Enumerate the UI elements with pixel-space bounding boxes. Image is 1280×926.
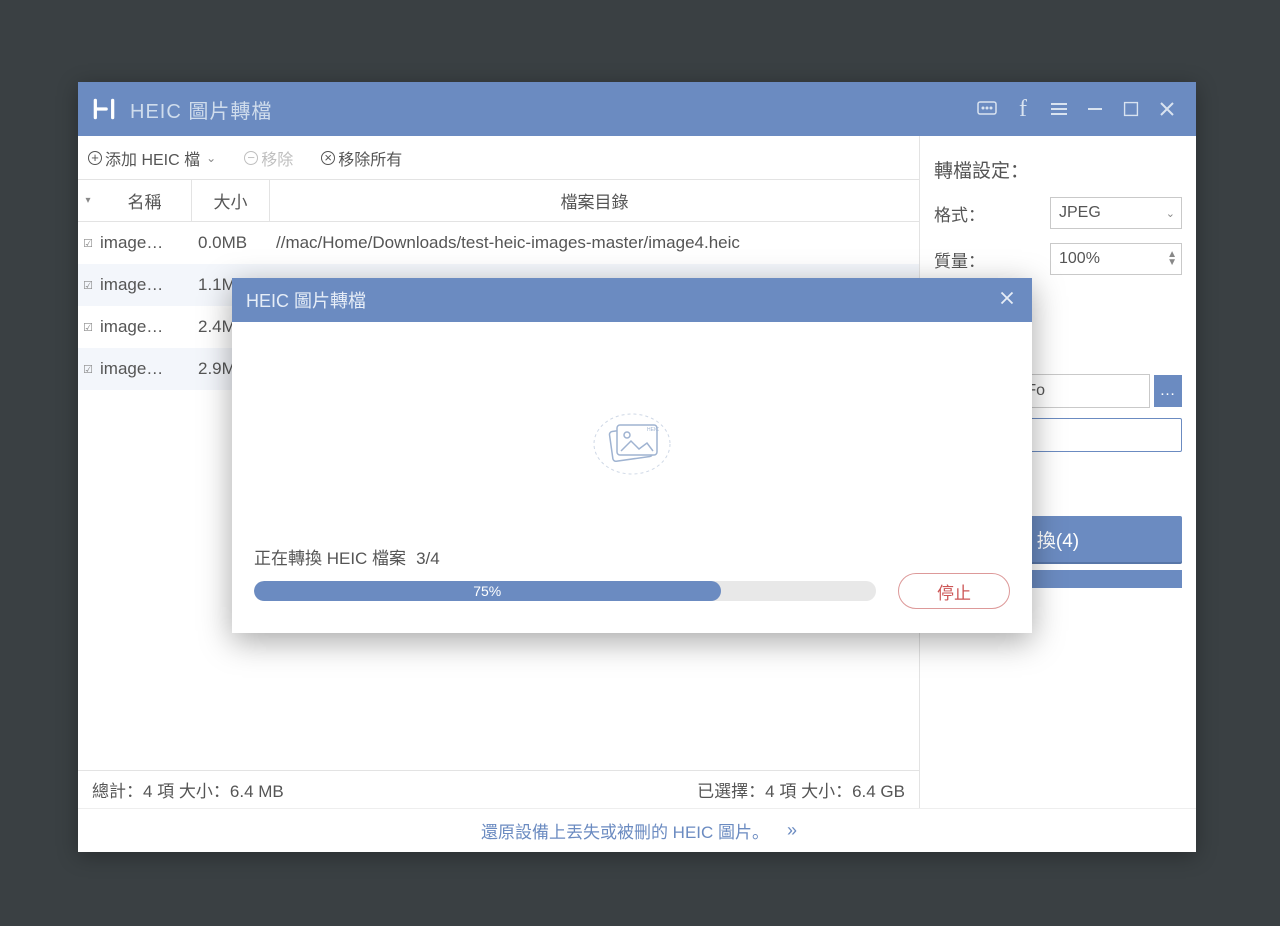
column-path[interactable]: 檔案目錄 (270, 180, 919, 221)
arrow-right-icon: » (787, 820, 793, 841)
row-checkbox[interactable]: ☑ (78, 363, 98, 376)
status-bar: 總計：4 項 大小：6.4 MB 已選擇：4 項 大小：6.4 GB (78, 770, 919, 808)
svg-text:HEIC: HEIC (647, 427, 659, 433)
dialog-titlebar: HEIC 圖片轉檔 (232, 278, 1032, 322)
progress-count: 3/4 (416, 549, 440, 569)
footer-link[interactable]: 還原設備上丟失或被刪的 HEIC 圖片。 » (78, 808, 1196, 852)
spinner-icon[interactable]: ▲▼ (1167, 251, 1177, 267)
minus-icon: − (244, 151, 258, 165)
add-label: 添加 HEIC 檔 (105, 146, 200, 170)
facebook-icon[interactable]: f (1006, 92, 1040, 126)
format-value: JPEG (1059, 204, 1101, 222)
quality-stepper[interactable]: 100% ▲▼ (1050, 243, 1182, 275)
row-checkbox[interactable]: ☑ (78, 321, 98, 334)
total-status: 總計：4 項 大小：6.4 MB (92, 777, 284, 802)
row-name: image… (98, 275, 192, 295)
progress-text: 正在轉換 HEIC 檔案 (254, 544, 406, 569)
plus-icon: + (88, 151, 102, 165)
row-checkbox[interactable]: ☑ (78, 279, 98, 292)
table-row[interactable]: ☑ image… 0.0MB //mac/Home/Downloads/test… (78, 222, 919, 264)
x-icon: × (321, 151, 335, 165)
toolbar: + 添加 HEIC 檔 ⌄ − 移除 × 移除所有 (78, 136, 919, 180)
remove-label: 移除 (261, 146, 293, 170)
chevron-down-icon: ⌄ (206, 151, 216, 165)
format-label: 格式： (934, 201, 1050, 226)
progress-percent: 75% (473, 583, 501, 599)
dialog-body: HEIC 正在轉換 HEIC 檔案 3/4 75% 停止 (232, 322, 1032, 633)
feedback-icon[interactable] (970, 92, 1004, 126)
progress-dialog: HEIC 圖片轉檔 HEIC 正在轉換 HEIC 檔案 3/4 (232, 278, 1032, 633)
stop-button[interactable]: 停止 (898, 573, 1010, 609)
dialog-close-icon[interactable] (996, 287, 1018, 314)
add-heic-button[interactable]: + 添加 HEIC 檔 ⌄ (88, 146, 216, 170)
close-icon[interactable] (1150, 92, 1184, 126)
column-name[interactable]: 名稱 (98, 180, 192, 221)
row-name: image… (98, 317, 192, 337)
minimize-icon[interactable] (1078, 92, 1112, 126)
stop-label: 停止 (937, 579, 971, 604)
dialog-title: HEIC 圖片轉檔 (246, 287, 366, 313)
footer-text: 還原設備上丟失或被刪的 HEIC 圖片。 (481, 818, 769, 843)
convert-label: 換(4) (1037, 526, 1079, 553)
titlebar: HEIC 圖片轉檔 f (78, 82, 1196, 136)
menu-icon[interactable] (1042, 92, 1076, 126)
remove-button[interactable]: − 移除 (244, 146, 293, 170)
header-checkbox-col[interactable]: ▾ (78, 195, 98, 206)
settings-title: 轉檔設定： (934, 156, 1182, 183)
image-stack-icon: HEIC (589, 409, 675, 484)
row-path: //mac/Home/Downloads/test-heic-images-ma… (270, 233, 919, 253)
browse-button[interactable]: … (1154, 375, 1182, 407)
format-select[interactable]: JPEG ⌄ (1050, 197, 1182, 229)
table-header: ▾ 名稱 大小 檔案目錄 (78, 180, 919, 222)
remove-all-label: 移除所有 (338, 146, 402, 170)
app-title: HEIC 圖片轉檔 (130, 95, 272, 124)
selected-status: 已選擇：4 項 大小：6.4 GB (697, 777, 905, 802)
row-size: 0.0MB (192, 233, 270, 253)
quality-label: 質量： (934, 247, 1050, 272)
app-logo-icon (90, 95, 118, 123)
progress-bar: 75% (254, 581, 876, 601)
progress-fill: 75% (254, 581, 721, 601)
chevron-down-icon: ⌄ (1166, 207, 1175, 220)
row-checkbox[interactable]: ☑ (78, 237, 98, 250)
row-name: image… (98, 233, 192, 253)
column-size[interactable]: 大小 (192, 180, 270, 221)
quality-value: 100% (1059, 250, 1100, 268)
remove-all-button[interactable]: × 移除所有 (321, 146, 402, 170)
row-name: image… (98, 359, 192, 379)
maximize-icon[interactable] (1114, 92, 1148, 126)
